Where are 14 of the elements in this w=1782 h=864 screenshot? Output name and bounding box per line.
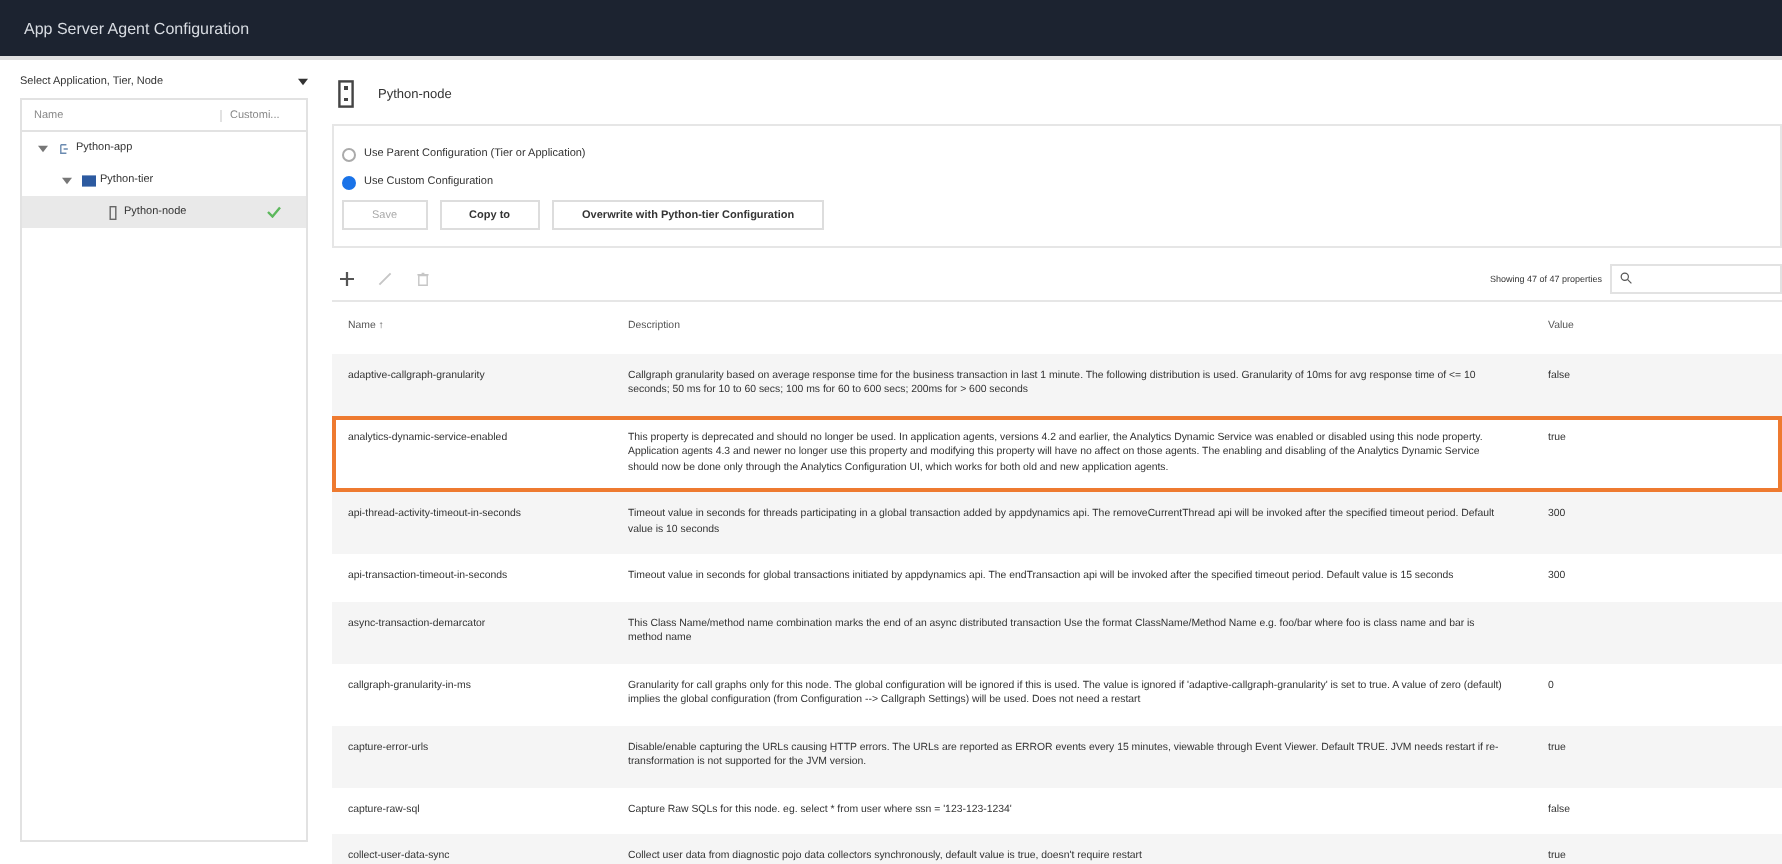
expand-icon[interactable] (38, 143, 48, 153)
search-field[interactable] (1610, 263, 1782, 293)
table-row[interactable] (332, 415, 1782, 492)
server-icon (338, 80, 354, 108)
expand-icon[interactable] (62, 175, 72, 185)
window-title: App Server Agent Configuration (24, 19, 250, 37)
tier-icon (82, 173, 96, 187)
app-icon (58, 141, 72, 155)
table-row[interactable] (332, 492, 1782, 554)
add-icon[interactable] (340, 271, 354, 285)
table-row[interactable] (332, 353, 1782, 415)
server-icon (106, 205, 120, 219)
dropdown-icon[interactable] (298, 78, 308, 86)
search-icon (1620, 272, 1632, 284)
